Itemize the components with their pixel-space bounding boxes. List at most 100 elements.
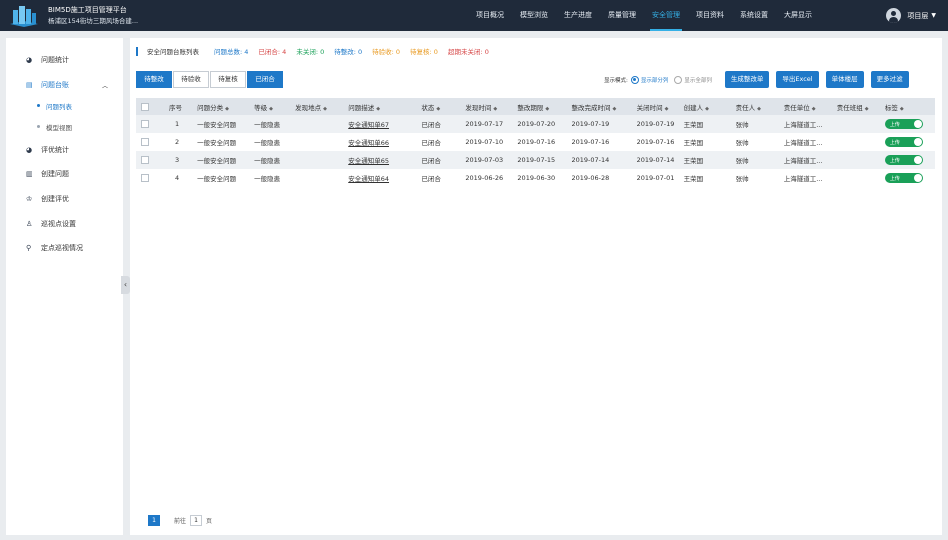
sort-icon: ◆ [757,105,762,112]
cell-location [290,133,344,151]
nav-big-screen[interactable]: 大屏显示 [776,0,820,31]
nav-safety-management[interactable]: 安全管理 [644,0,688,31]
sidebar-item-label: 评优统计 [41,146,69,154]
list-title: 安全问题台账列表 [147,48,199,56]
header-select-all[interactable] [136,98,165,115]
column-header[interactable]: 发现时间 ◆ [460,98,513,115]
ledger-icon: ▤ [26,81,33,89]
sidebar: ◕ 问题统计 ▤ 问题台账 ︿ 问题列表 模型视图 ◕ 评优统计 ▥ 创建问题 … [6,38,123,535]
row-checkbox[interactable] [141,156,149,164]
issue-description-link[interactable]: 安全通知单65 [348,157,389,165]
avatar[interactable] [886,8,902,23]
tab-pending-acceptance[interactable]: 待验收 [173,71,209,88]
nav-project-documents[interactable]: 项目资料 [688,0,732,31]
sidebar-subitem-model-view[interactable]: 模型视图 [37,122,72,132]
tab-pending-review[interactable]: 待复核 [210,71,246,88]
column-header[interactable]: 责任单位 ◆ [778,98,832,115]
export-excel-button[interactable]: 导出Excel [776,71,819,88]
pie-chart-icon: ◕ [26,146,33,154]
display-mode-label: 显示模式: [604,77,628,84]
column-header[interactable]: 发现地点 ◆ [290,98,344,115]
user-name[interactable]: 项目层 [907,11,928,21]
upload-toggle[interactable]: 上传 [884,173,923,183]
column-header[interactable]: 等级 ◆ [249,98,291,115]
column-header[interactable]: 责任班组 ◆ [831,98,880,115]
cell-responsible-unit: 上海隧道工... [778,133,832,151]
column-header[interactable]: 问题描述 ◆ [343,98,417,115]
column-header[interactable]: 关闭时间 ◆ [631,98,679,115]
upload-toggle[interactable]: 上传 [884,119,923,129]
sidebar-item-issue-ledger[interactable]: ▤ 问题台账 [26,80,69,90]
nav-quality-management[interactable]: 质量管理 [600,0,644,31]
cell-status: 已闭合 [416,151,461,169]
table-row[interactable]: 1 一般安全问题 一般隐患 安全通知单67 已闭合 2019-07-17 201… [136,115,935,133]
page-number-button[interactable]: 1 [148,515,160,526]
cell-responsible-person: 张帅 [730,115,779,133]
cell-closed-time: 2019-07-14 [631,151,679,169]
user-menu[interactable]: 项目层 ▼ [886,8,936,23]
nav-system-settings[interactable]: 系统设置 [732,0,776,31]
row-checkbox[interactable] [141,138,149,146]
issue-description-link[interactable]: 安全通知单67 [348,121,389,129]
top-bar: BIM5D施工项目管理平台 杨浦区154街坊三期风场合建... 项目概况 模型浏… [0,0,948,31]
upload-toggle[interactable]: 上传 [884,155,923,165]
column-header[interactable]: 责任人 ◆ [730,98,779,115]
upload-toggle[interactable]: 上传 [884,137,923,147]
column-header[interactable]: 状态 ◆ [416,98,461,115]
chevron-up-icon[interactable]: ︿ [102,81,108,90]
column-header[interactable]: 创建人 ◆ [678,98,731,115]
nav-project-overview[interactable]: 项目概况 [468,0,512,31]
sort-icon: ◆ [811,105,816,112]
issue-description-link[interactable]: 安全通知单64 [348,175,389,183]
sidebar-item-issue-stats[interactable]: ◕ 问题统计 [26,55,69,65]
more-filters-button[interactable]: 更多过滤 [870,71,909,88]
table-row[interactable]: 3 一般安全问题 一般隐患 安全通知单65 已闭合 2019-07-03 201… [136,151,935,169]
generate-rectification-button[interactable]: 生成整改单 [724,71,770,88]
select-all-checkbox[interactable] [141,102,149,111]
cell-location [290,169,344,187]
pagination: 1 前往 1 页 [148,515,212,526]
page-unit-label: 页 [206,518,213,525]
tab-closed[interactable]: 已闭合 [247,71,283,88]
column-header[interactable]: 问题分类 ◆ [192,98,250,115]
issue-summary: 安全问题台账列表 问题总数: 4 已闭合: 4 未关闭: 0 待整改: 0 待验… [136,46,499,56]
sidebar-item-inspection-point-settings[interactable]: ♙ 巡视点设置 [26,219,76,229]
cell-deadline: 2019-07-20 [512,115,567,133]
caret-down-icon[interactable]: ▼ [931,12,936,19]
column-header[interactable]: 序号 [164,98,193,115]
project-name[interactable]: 杨浦区154街坊三期风场合建... [48,16,138,26]
sidebar-collapse-button[interactable]: ‹ [121,276,130,294]
cell-location [290,115,344,133]
row-checkbox[interactable] [141,174,149,182]
cell-creator: 王荣国 [678,169,731,187]
radio-partial-columns[interactable]: 显示部分列 [630,75,668,84]
sidebar-item-create-issue[interactable]: ▥ 创建问题 [26,169,69,179]
sidebar-item-create-evaluation[interactable]: ♔ 创建评优 [26,194,69,204]
cell-category: 一般安全问题 [192,115,250,133]
sidebar-item-fixed-inspection[interactable]: ⚲ 定点巡视情况 [26,243,83,253]
goto-page-input[interactable]: 1 [190,515,203,526]
radio-all-columns[interactable]: 显示全部列 [674,75,712,84]
nav-model-browse[interactable]: 模型浏览 [512,0,556,31]
sidebar-subitem-issue-list[interactable]: 问题列表 [37,101,72,111]
column-header[interactable]: 标签 ◆ [879,98,935,115]
cell-responsible-person: 张帅 [730,151,779,169]
stat-pending-acceptance: 待验收: 0 [372,48,401,56]
column-header[interactable]: 整改期限 ◆ [512,98,567,115]
sort-icon: ◆ [899,105,904,112]
radio-checked-icon[interactable] [630,75,639,84]
table-row[interactable]: 2 一般安全问题 一般隐患 安全通知单66 已闭合 2019-07-10 201… [136,133,935,151]
cell-found-time: 2019-06-26 [460,169,513,187]
tab-pending-rectification[interactable]: 待整改 [136,71,172,88]
cell-found-time: 2019-07-03 [460,151,513,169]
cell-found-time: 2019-07-17 [460,115,513,133]
issue-description-link[interactable]: 安全通知单66 [348,139,389,147]
nav-production-progress[interactable]: 生产进度 [556,0,600,31]
sidebar-item-evaluation-stats[interactable]: ◕ 评优统计 [26,145,69,155]
building-floor-button[interactable]: 单体楼层 [825,71,864,88]
column-header[interactable]: 整改完成时间 ◆ [566,98,632,115]
radio-label: 显示全部列 [684,77,712,84]
radio-unchecked-icon[interactable] [674,75,683,84]
row-checkbox[interactable] [141,120,149,128]
table-row[interactable]: 4 一般安全问题 一般隐患 安全通知单64 已闭合 2019-06-26 201… [136,169,935,187]
